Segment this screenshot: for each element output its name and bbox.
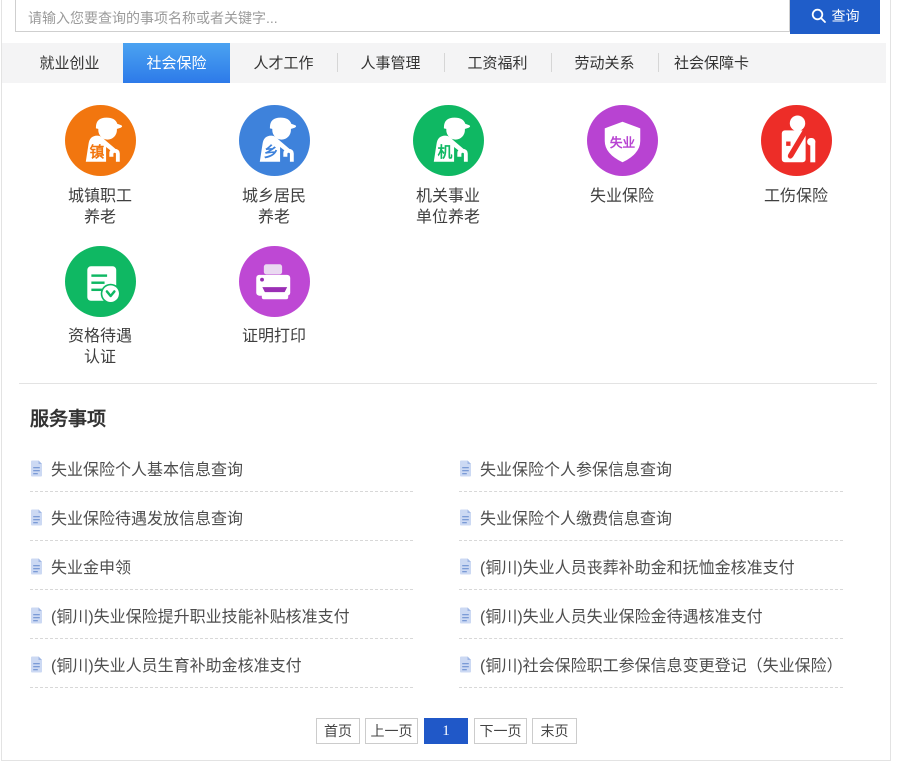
svg-text:机: 机 [437,143,452,161]
svg-text:乡: 乡 [263,144,278,161]
svg-text:失业: 失业 [609,135,635,150]
svg-text:镇: 镇 [89,143,104,161]
